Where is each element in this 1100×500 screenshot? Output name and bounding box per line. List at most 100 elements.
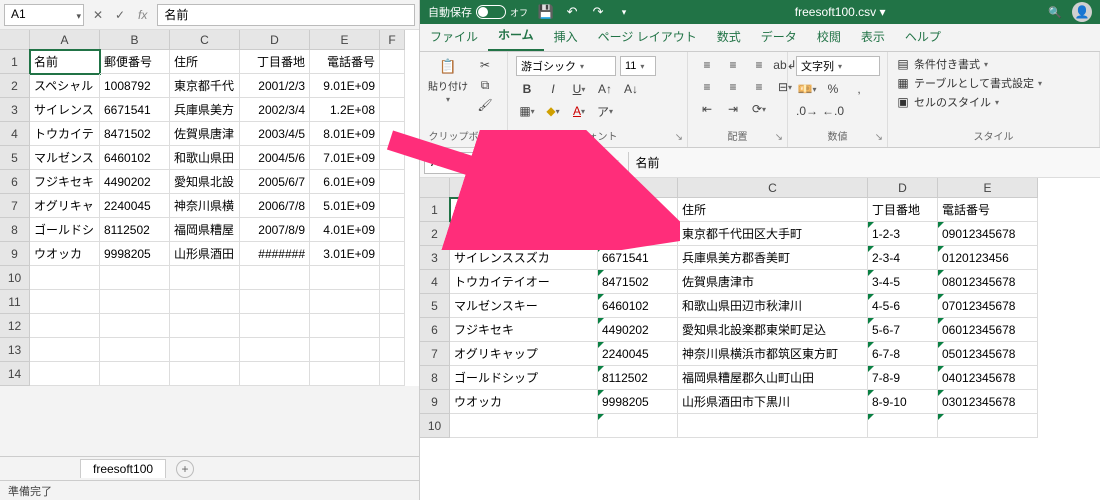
- cell[interactable]: マルゼンスキー: [450, 294, 598, 318]
- search-icon[interactable]: 🔍: [1048, 6, 1062, 19]
- row-header[interactable]: 1: [420, 198, 450, 222]
- col-header-A[interactable]: A: [450, 178, 598, 198]
- cell[interactable]: 愛知県北設楽郡東栄町足込: [678, 318, 868, 342]
- bold-button[interactable]: B: [516, 80, 538, 98]
- cell[interactable]: [598, 414, 678, 438]
- ribbon-tab[interactable]: 表示: [851, 22, 895, 51]
- cell[interactable]: [380, 146, 405, 170]
- cell[interactable]: フジキセキ: [30, 170, 100, 194]
- cell[interactable]: [30, 266, 100, 290]
- cell[interactable]: [170, 338, 240, 362]
- cell[interactable]: [380, 338, 405, 362]
- cell[interactable]: 08012345678: [938, 270, 1038, 294]
- cell[interactable]: 3-4-5: [868, 270, 938, 294]
- cell[interactable]: 2002/3/4: [240, 98, 310, 122]
- cell[interactable]: 郵便番号: [100, 50, 170, 74]
- row-header[interactable]: 2: [420, 222, 450, 246]
- cell[interactable]: [240, 290, 310, 314]
- number-format-select[interactable]: 文字列▾: [796, 56, 880, 76]
- cell[interactable]: 2007/8/9: [240, 218, 310, 242]
- col-header-A[interactable]: A: [30, 30, 100, 50]
- cell[interactable]: 05012345678: [938, 342, 1038, 366]
- cell[interactable]: トウカイテ: [30, 122, 100, 146]
- cell[interactable]: 2006/7/8: [240, 194, 310, 218]
- cell[interactable]: [240, 362, 310, 386]
- chevron-down-icon[interactable]: ▾: [536, 159, 541, 170]
- ribbon-tab[interactable]: 数式: [707, 22, 751, 51]
- formula-bar[interactable]: [628, 152, 1096, 174]
- row-header[interactable]: 14: [0, 362, 30, 386]
- cell[interactable]: [310, 290, 380, 314]
- cell[interactable]: 和歌山県田: [170, 146, 240, 170]
- cell[interactable]: フジキセキ: [450, 318, 598, 342]
- cell[interactable]: 8.01E+09: [310, 122, 380, 146]
- cell[interactable]: 1-2-3: [868, 222, 938, 246]
- paste-button[interactable]: 📋 貼り付け ▾: [428, 56, 468, 104]
- cell[interactable]: 6671541: [598, 246, 678, 270]
- font-size-select[interactable]: 11▾: [620, 56, 656, 76]
- align-right-button[interactable]: ≡: [748, 78, 770, 96]
- cell[interactable]: [30, 338, 100, 362]
- redo-icon[interactable]: ↷: [590, 4, 606, 20]
- increase-decimal-button[interactable]: .0→: [796, 102, 818, 120]
- cell[interactable]: 6460102: [100, 146, 170, 170]
- col-header-E[interactable]: E: [310, 30, 380, 50]
- cell[interactable]: [100, 362, 170, 386]
- cell[interactable]: [380, 266, 405, 290]
- conditional-format-button[interactable]: ▤条件付き書式▾: [896, 56, 988, 72]
- cell[interactable]: [450, 414, 598, 438]
- cell[interactable]: [938, 414, 1038, 438]
- select-all-corner[interactable]: [420, 178, 450, 198]
- accounting-format-button[interactable]: 💴▾: [796, 80, 818, 98]
- cell[interactable]: ゴールドシップ: [450, 366, 598, 390]
- ribbon-tab[interactable]: ファイル: [420, 22, 488, 51]
- cell[interactable]: 4-5-6: [868, 294, 938, 318]
- italic-button[interactable]: I: [542, 80, 564, 98]
- increase-indent-button[interactable]: ⇥: [722, 100, 744, 118]
- col-header-B[interactable]: B: [598, 178, 678, 198]
- format-painter-button[interactable]: 🖌: [474, 96, 496, 114]
- cell[interactable]: 1.2E+08: [310, 98, 380, 122]
- cell[interactable]: 6-7-8: [868, 342, 938, 366]
- cell[interactable]: 9998205: [100, 242, 170, 266]
- cell[interactable]: [170, 290, 240, 314]
- cell[interactable]: [380, 218, 405, 242]
- cell[interactable]: サイレンススズカ: [450, 246, 598, 270]
- cell[interactable]: [380, 362, 405, 386]
- cell[interactable]: [310, 362, 380, 386]
- new-sheet-button[interactable]: +: [176, 460, 194, 478]
- col-header-E[interactable]: E: [938, 178, 1038, 198]
- cell[interactable]: 5.01E+09: [310, 194, 380, 218]
- save-icon[interactable]: 💾: [538, 4, 554, 20]
- row-header[interactable]: 1: [0, 50, 30, 74]
- cell[interactable]: 兵庫県美方郡香美町: [678, 246, 868, 270]
- cell[interactable]: 8112502: [100, 218, 170, 242]
- fx-icon[interactable]: fx: [609, 156, 618, 170]
- cell[interactable]: [30, 290, 100, 314]
- cell[interactable]: 6.01E+09: [310, 170, 380, 194]
- col-header-D[interactable]: D: [868, 178, 938, 198]
- cell[interactable]: 住所: [678, 198, 868, 222]
- cell[interactable]: 住所: [170, 50, 240, 74]
- chevron-down-icon[interactable]: ▾: [76, 11, 81, 22]
- select-all-corner[interactable]: [0, 30, 30, 50]
- cell[interactable]: 1008792: [100, 74, 170, 98]
- col-header-C[interactable]: C: [170, 30, 240, 50]
- cell[interactable]: 2240045: [598, 342, 678, 366]
- cell[interactable]: 7-8-9: [868, 366, 938, 390]
- cell[interactable]: 7.01E+09: [310, 146, 380, 170]
- cell[interactable]: 郵便番号: [598, 198, 678, 222]
- cell[interactable]: 電話番号: [938, 198, 1038, 222]
- cell[interactable]: [30, 314, 100, 338]
- file-name[interactable]: freesoft100.csv ▾: [642, 5, 1038, 19]
- col-header-F[interactable]: F: [380, 30, 405, 50]
- cell[interactable]: 名前: [30, 50, 100, 74]
- decrease-indent-button[interactable]: ⇤: [696, 100, 718, 118]
- cell[interactable]: 電話番号: [310, 50, 380, 74]
- align-middle-button[interactable]: ≡: [722, 56, 744, 74]
- cell[interactable]: 8471502: [100, 122, 170, 146]
- cell[interactable]: 2-3-4: [868, 246, 938, 270]
- font-color-button[interactable]: A▾: [568, 102, 590, 120]
- row-header[interactable]: 3: [420, 246, 450, 270]
- cell[interactable]: [868, 414, 938, 438]
